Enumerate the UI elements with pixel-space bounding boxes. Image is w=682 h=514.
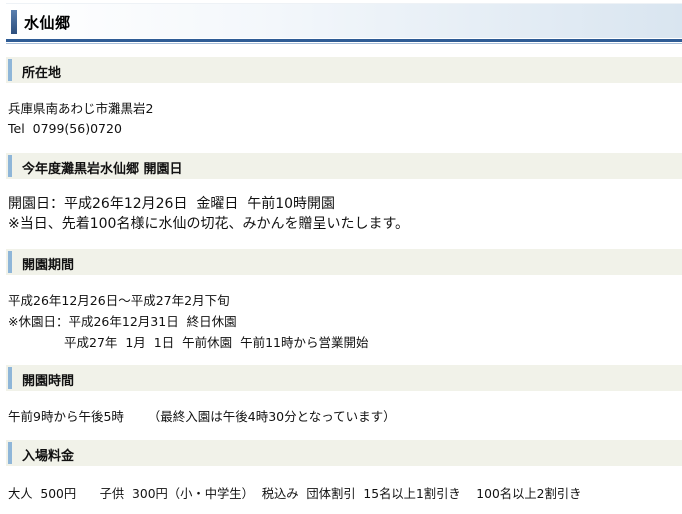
section-marker: [8, 155, 12, 177]
opening-day-text: 開園日：平成26年12月26日 金曜日 午前10時開園: [8, 196, 336, 212]
title-divider-thin: [6, 43, 682, 44]
closed-day-text: ※休園日：平成26年12月31日 終日休園: [8, 314, 237, 329]
section-heading-text: 今年度灘黒岩水仙郷 開園日: [22, 162, 183, 177]
opening-day-note: ※当日、先着100名様に水仙の切花、みかんを贈呈いたします。: [8, 216, 410, 232]
title-divider: [6, 39, 682, 42]
phone-text: Tel 0799(56)0720: [8, 121, 122, 136]
section-marker: [8, 367, 12, 389]
section-heading-fees: 入場料金: [6, 440, 682, 466]
address-text: 兵庫県南あわじ市灘黒岩2: [8, 101, 154, 116]
page-title: 水仙郷: [24, 14, 71, 32]
period-text: 平成26年12月26日～平成27年2月下旬: [8, 293, 230, 308]
section-heading-period: 開園期間: [6, 249, 682, 275]
section-heading-text: 開園時間: [22, 374, 75, 389]
section-heading-text: 所在地: [22, 66, 62, 81]
section-heading-opening-day: 今年度灘黒岩水仙郷 開園日: [6, 153, 682, 179]
hours-text: 午前9時から午後5時 （最終入園は午後4時30分となっています）: [8, 409, 396, 424]
closed-day-text-2: 平成27年 1月 1日 午前休園 午前11時から営業開始: [64, 335, 369, 350]
section-marker: [8, 442, 12, 464]
section-marker: [8, 251, 12, 273]
page-title-bar: 水仙郷: [6, 3, 682, 38]
section-heading-location: 所在地: [6, 57, 682, 83]
section-heading-text: 開園期間: [22, 258, 75, 273]
section-heading-hours: 開園時間: [6, 365, 682, 391]
section-heading-text: 入場料金: [22, 449, 75, 464]
fees-text: 大人 500円 子供 300円（小・中学生） 税込み 団体割引 15名以上1割引…: [8, 487, 582, 501]
title-marker: [11, 10, 17, 34]
section-marker: [8, 59, 12, 81]
